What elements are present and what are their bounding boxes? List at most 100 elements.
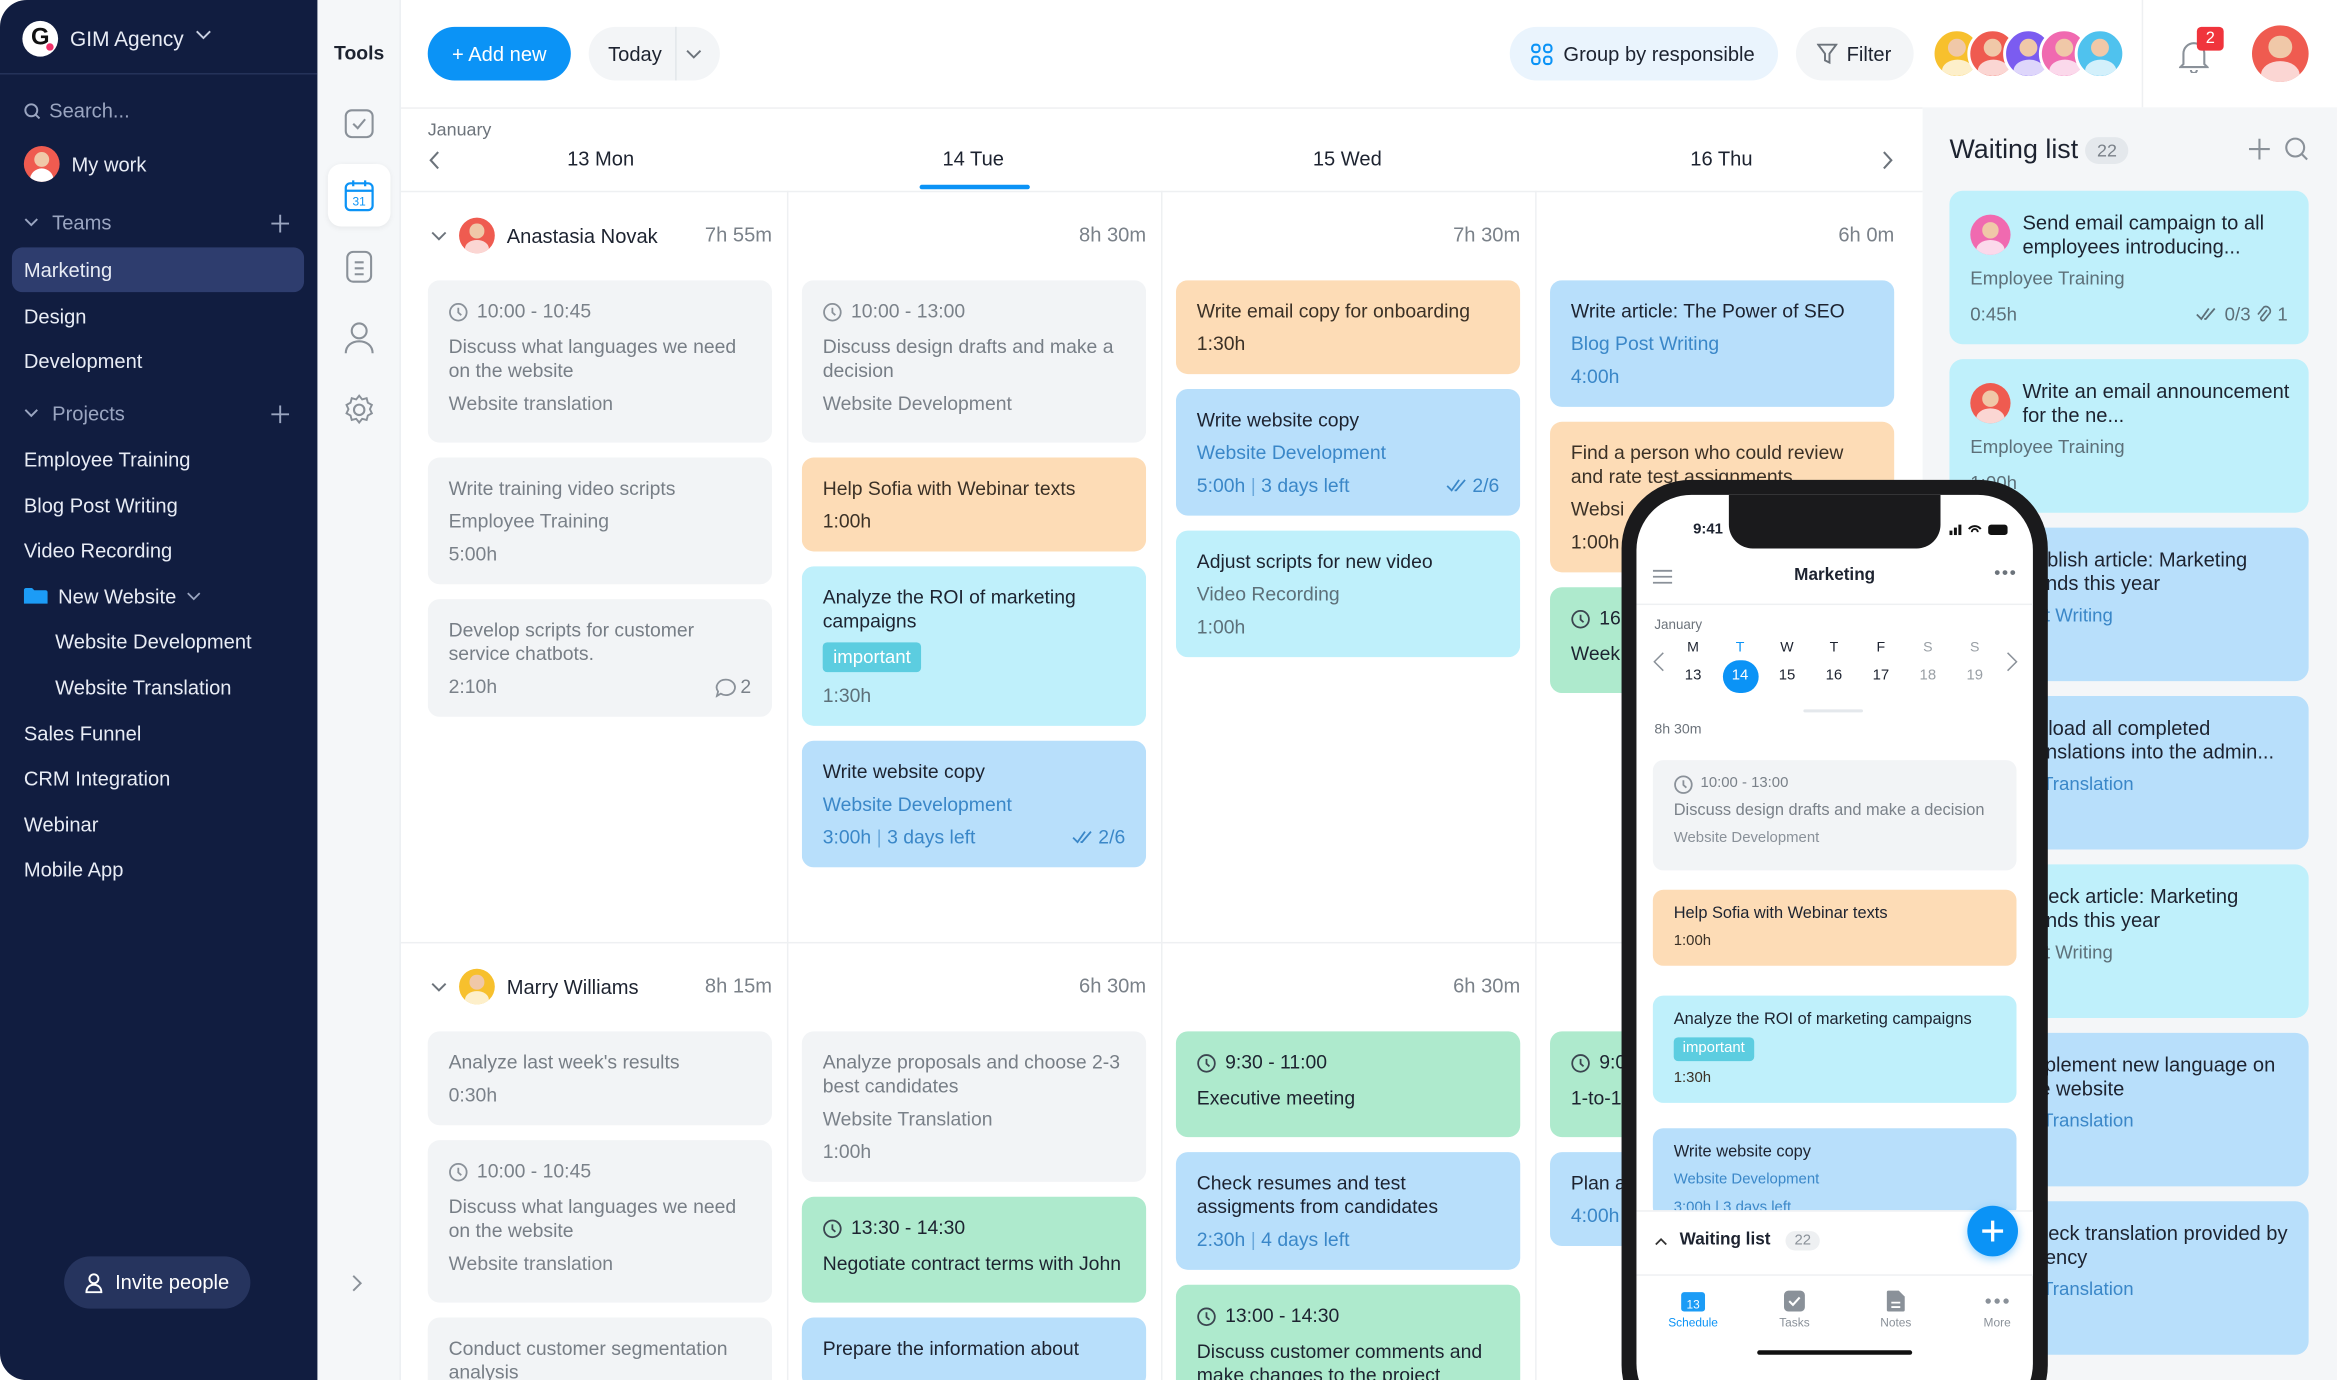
sidebar-subproject-item[interactable]: Website Translation: [55, 677, 231, 699]
sidebar-team-item[interactable]: Design: [24, 305, 87, 327]
add-new-button[interactable]: + Add new: [427, 26, 571, 81]
task-card[interactable]: Analyze last week's results 0:30h: [427, 1031, 773, 1126]
more-dots-icon[interactable]: •••: [1994, 562, 2017, 583]
date-button[interactable]: 16: [1816, 660, 1852, 693]
workspace-switcher[interactable]: G GIM Agency: [0, 0, 318, 75]
task-title: Discuss design drafts and make a decisio…: [1673, 801, 1985, 820]
phone-task-card[interactable]: 10:00 - 13:00 Discuss design drafts and m…: [1652, 760, 2017, 871]
sidebar-project-item[interactable]: Blog Post Writing: [24, 494, 178, 516]
sidebar-team-item[interactable]: Marketing: [24, 259, 112, 281]
search-icon[interactable]: [2285, 137, 2309, 161]
day-total: 6h 0m: [1838, 223, 1895, 246]
phone-screen: 9:41 Marketing ••• January M 13 T 14 W 15 T 16 F…: [1636, 494, 2033, 1380]
user-avatar[interactable]: [2251, 25, 2309, 82]
notes-icon[interactable]: [328, 235, 391, 298]
sidebar-project-item[interactable]: CRM Integration: [24, 768, 171, 790]
more-dots-icon: [1985, 1298, 2009, 1304]
date-button[interactable]: 17: [1863, 660, 1899, 693]
prev-chevron-icon[interactable]: [1653, 651, 1665, 672]
phone-tab-more[interactable]: More: [1952, 1289, 2032, 1329]
task-card[interactable]: Check resumes and test assigments from c…: [1175, 1152, 1521, 1270]
tasks-icon[interactable]: [328, 92, 391, 155]
task-card[interactable]: Write training video scripts Employee Tra…: [427, 457, 773, 585]
sidebar-subproject-item[interactable]: Website Development: [55, 631, 251, 653]
group-by-responsible-button[interactable]: Group by responsible: [1509, 26, 1779, 81]
task-card[interactable]: Analyze the ROI of marketing campaigns im…: [801, 566, 1147, 726]
sidebar-folder-new-website[interactable]: New Website: [23, 585, 202, 608]
task-card[interactable]: 13:00 - 14:30 Discuss customer comments a…: [1175, 1284, 1521, 1380]
day-header[interactable]: 16 Thu: [1535, 148, 1908, 170]
phone-tab-notes[interactable]: Notes: [1851, 1289, 1940, 1329]
task-card[interactable]: Write website copy Website Development 5:0…: [1175, 388, 1521, 516]
invite-people-button[interactable]: Invite people: [64, 1256, 251, 1309]
phone-task-card[interactable]: Help Sofia with Webinar texts 1:00h: [1652, 889, 2017, 966]
date-button[interactable]: 13: [1675, 660, 1711, 693]
phone-day-total: 8h 30m: [1654, 721, 1702, 738]
team-member-avatar[interactable]: [2074, 28, 2126, 79]
day-header[interactable]: 14 Tue: [787, 148, 1160, 170]
task-card[interactable]: Write website copy Website Development 3:0…: [801, 740, 1147, 868]
phone-task-card[interactable]: Write website copy Website Development 3:0…: [1652, 1128, 2017, 1218]
people-icon[interactable]: [328, 307, 391, 370]
task-duration: 4:00h: [1570, 1204, 1620, 1227]
clock-icon: [1197, 1053, 1216, 1072]
filter-button[interactable]: Filter: [1795, 26, 1914, 81]
day-total: 8h 15m: [704, 974, 773, 998]
date-button[interactable]: 15: [1769, 660, 1805, 693]
task-card[interactable]: Analyze proposals and choose 2-3 best ca…: [801, 1031, 1147, 1182]
task-card[interactable]: Adjust scripts for new video Video Record…: [1175, 530, 1521, 658]
add-team-plus-icon[interactable]: [271, 214, 290, 233]
sidebar-project-item[interactable]: Webinar: [24, 813, 99, 835]
sidebar-team-item[interactable]: Development: [24, 350, 143, 372]
settings-icon[interactable]: [328, 379, 391, 442]
add-project-plus-icon[interactable]: [271, 405, 290, 424]
chevron-down-icon: [24, 409, 38, 418]
task-card[interactable]: 10:00 - 10:45 Discuss what languages we n…: [427, 1140, 773, 1303]
day-header[interactable]: 15 Wed: [1161, 148, 1534, 170]
sidebar-project-item[interactable]: Employee Training: [24, 449, 191, 471]
calendar-icon[interactable]: 31: [327, 163, 391, 227]
day-header[interactable]: 13 Mon: [414, 148, 787, 170]
task-card[interactable]: Help Sofia with Webinar texts 1:00h: [801, 457, 1147, 552]
fab-add-button[interactable]: [1967, 1205, 2019, 1257]
phone-title: Marketing: [1794, 566, 1876, 585]
waiting-list-item[interactable]: Send email campaign to all employees int…: [1949, 190, 2309, 345]
date-button[interactable]: 18: [1910, 660, 1946, 693]
task-title: Send email campaign to all employees int…: [2022, 211, 2265, 258]
date-button[interactable]: 14: [1722, 660, 1758, 694]
app-window: G GIM Agency Search... My work Teams Mar…: [0, 0, 2337, 1380]
projects-section-toggle[interactable]: Projects: [24, 402, 125, 425]
my-work-link[interactable]: My work: [23, 146, 147, 182]
expand-chevron-right-icon[interactable]: [352, 1274, 364, 1292]
date-button[interactable]: 19: [1957, 660, 1993, 693]
chevron-down-icon[interactable]: [686, 49, 702, 59]
calendar-icon: 13: [1681, 1292, 1706, 1312]
task-card[interactable]: 10:00 - 13:00 Discuss design drafts and m…: [801, 280, 1147, 443]
today-button[interactable]: Today: [588, 26, 720, 81]
drag-handle[interactable]: [1803, 709, 1863, 713]
phone-tab-schedule[interactable]: 13 Schedule: [1648, 1289, 1737, 1329]
phone-tab-tasks[interactable]: Tasks: [1750, 1289, 1839, 1329]
filter-label: Filter: [1846, 42, 1892, 65]
task-card[interactable]: 10:00 - 10:45 Discuss what languages we n…: [427, 280, 773, 443]
add-plus-icon[interactable]: [2249, 138, 2270, 160]
task-card[interactable]: Write email copy for onboarding 1:30h: [1175, 280, 1521, 375]
task-card[interactable]: Conduct customer segmentation analysis: [427, 1317, 773, 1380]
task-card[interactable]: Develop scripts for customer service cha…: [427, 599, 773, 717]
sidebar-project-item[interactable]: Sales Funnel: [24, 722, 141, 744]
task-card[interactable]: 13:30 - 14:30 Negotiate contract terms wi…: [801, 1196, 1147, 1303]
task-duration: 5:00h | 3 days left: [1196, 473, 1350, 497]
collapse-chevron-icon[interactable]: [431, 981, 447, 991]
task-card[interactable]: 9:30 - 11:00 Executive meeting: [1175, 1031, 1521, 1138]
task-card[interactable]: Write article: The Power of SEO Blog Post…: [1550, 280, 1895, 407]
teams-section-toggle[interactable]: Teams: [24, 212, 112, 234]
sidebar-project-item[interactable]: Video Recording: [24, 540, 172, 562]
next-chevron-icon[interactable]: [2006, 651, 2018, 672]
sidebar-project-item[interactable]: Mobile App: [24, 859, 124, 881]
chevron-down-icon: [187, 592, 201, 601]
search-input[interactable]: Search...: [24, 100, 130, 122]
task-card[interactable]: Prepare the information about: [801, 1317, 1147, 1380]
phone-task-card[interactable]: Analyze the ROI of marketing campaigns im…: [1652, 995, 2017, 1103]
grid-icon: [1531, 42, 1553, 65]
collapse-chevron-icon[interactable]: [431, 230, 447, 240]
